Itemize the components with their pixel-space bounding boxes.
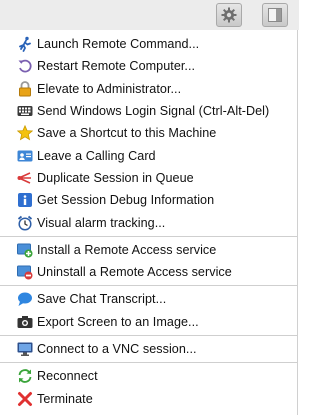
star-icon <box>17 125 33 141</box>
menu-item-label: Reconnect <box>37 369 98 384</box>
menu-item-terminate[interactable]: Terminate <box>0 387 297 409</box>
menu-item-label: Install a Remote Access service <box>37 242 217 257</box>
menu-item-save-chat-transcript[interactable]: Save Chat Transcript... <box>0 288 297 310</box>
install-service-icon <box>17 242 33 258</box>
menu-separator <box>0 235 297 237</box>
menu-item-label: Connect to a VNC session... <box>37 342 197 356</box>
menu-item-uninstall-remote-access[interactable]: Uninstall a Remote Access service <box>0 261 297 283</box>
keyboard-icon <box>17 103 33 119</box>
running-person-icon <box>17 36 33 53</box>
menu-item-label: Save Chat Transcript... <box>37 292 167 307</box>
menu-item-label: Leave a Calling Card <box>37 148 156 163</box>
camera-icon <box>17 314 33 330</box>
menu-item-label: Terminate <box>37 391 93 406</box>
menu-item-label: Elevate to Administrator... <box>37 81 182 96</box>
panel-toggle-icon <box>267 7 283 23</box>
session-actions-menu: Launch Remote Command... Restart Remote … <box>0 30 298 415</box>
restart-icon <box>17 58 33 74</box>
menu-separator <box>0 362 297 364</box>
menu-item-reconnect[interactable]: Reconnect <box>0 365 297 387</box>
uninstall-service-icon <box>17 264 33 280</box>
menu-item-restart-remote-computer[interactable]: Restart Remote Computer... <box>0 55 297 77</box>
toolbar <box>0 0 299 30</box>
settings-button[interactable] <box>216 3 242 27</box>
duplicate-icon <box>17 170 33 186</box>
menu-item-export-screen-to-image[interactable]: Export Screen to an Image... <box>0 311 297 333</box>
menu-item-label: Send Windows Login Signal (Ctrl-Alt-Del) <box>37 104 270 119</box>
menu-item-launch-remote-command[interactable]: Launch Remote Command... <box>0 33 297 55</box>
menu-item-label: Launch Remote Command... <box>37 37 200 52</box>
terminate-icon <box>17 391 33 407</box>
menu-item-label: Export Screen to an Image... <box>37 314 199 329</box>
menu-item-get-session-debug-info[interactable]: Get Session Debug Information <box>0 189 297 211</box>
chat-bubble-icon <box>17 291 33 307</box>
menu-item-visual-alarm-tracking[interactable]: Visual alarm tracking... <box>0 211 297 233</box>
alarm-clock-icon <box>17 215 33 231</box>
menu-item-label: Get Session Debug Information <box>37 193 215 208</box>
panel-toggle-button[interactable] <box>262 3 288 27</box>
reconnect-icon <box>17 368 33 384</box>
menu-item-leave-calling-card[interactable]: Leave a Calling Card <box>0 144 297 166</box>
menu-item-label: Visual alarm tracking... <box>37 215 166 230</box>
monitor-icon <box>17 341 33 357</box>
padlock-icon <box>17 80 33 97</box>
menu-item-connect-vnc[interactable]: Connect to a VNC session... <box>0 338 297 360</box>
menu-item-elevate-to-administrator[interactable]: Elevate to Administrator... <box>0 78 297 100</box>
menu-item-label: Save a Shortcut to this Machine <box>37 126 217 141</box>
menu-separator <box>0 285 297 287</box>
menu-item-save-shortcut[interactable]: Save a Shortcut to this Machine <box>0 122 297 144</box>
gear-icon <box>221 7 237 23</box>
menu-item-send-windows-login-signal[interactable]: Send Windows Login Signal (Ctrl-Alt-Del) <box>0 100 297 122</box>
menu-item-duplicate-session[interactable]: Duplicate Session in Queue <box>0 167 297 189</box>
menu-item-label: Duplicate Session in Queue <box>37 170 194 185</box>
menu-item-label: Uninstall a Remote Access service <box>37 265 232 280</box>
menu-item-install-remote-access[interactable]: Install a Remote Access service <box>0 239 297 261</box>
menu-separator <box>0 334 297 336</box>
calling-card-icon <box>17 148 33 164</box>
menu-item-label: Restart Remote Computer... <box>37 59 196 74</box>
info-icon <box>17 192 33 208</box>
